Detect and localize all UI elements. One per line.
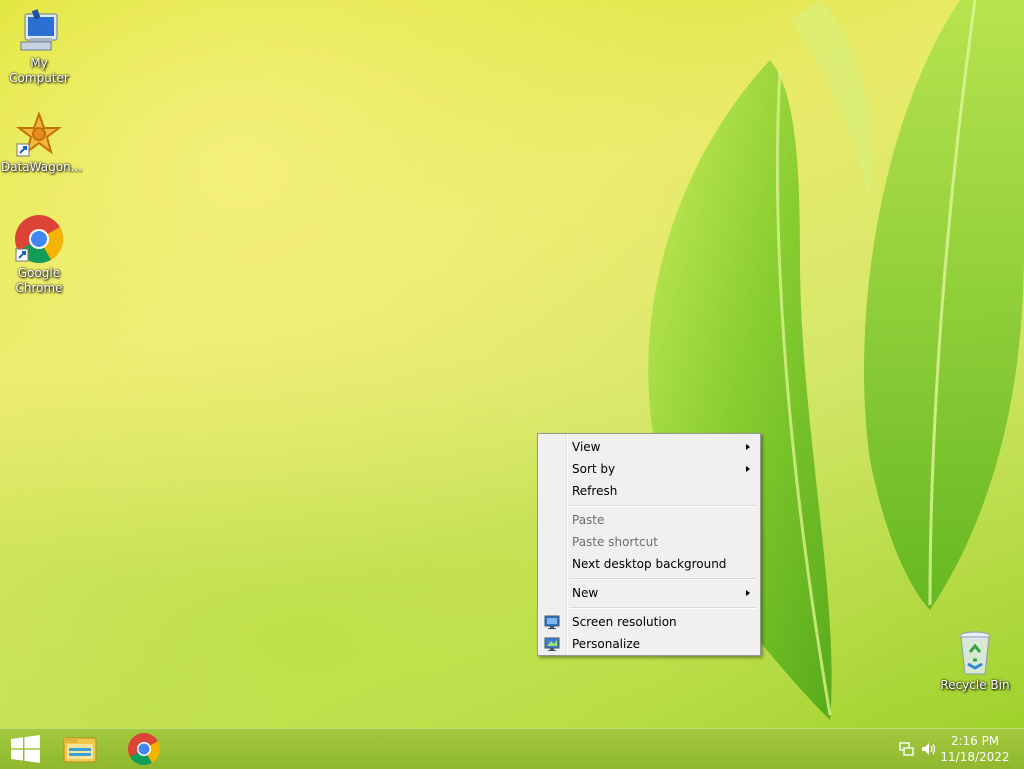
menu-item-new[interactable]: New <box>540 582 758 604</box>
menu-item-personalize[interactable]: Personalize <box>540 633 758 655</box>
wallpaper-leaves <box>648 0 1024 720</box>
datawagon-icon <box>16 112 62 157</box>
menu-item-label: Sort by <box>572 462 616 476</box>
clock-time: 2:16 PM <box>950 734 1000 748</box>
menu-item-paste-shortcut: Paste shortcut <box>540 531 758 553</box>
menu-item-screen-resolution[interactable]: Screen resolution <box>540 611 758 633</box>
recycle-bin-icon <box>959 631 991 675</box>
menu-item-label: Paste shortcut <box>572 535 658 549</box>
menu-item-label: Refresh <box>572 484 618 498</box>
taskbar-chrome-button[interactable] <box>118 729 170 769</box>
desktop-icon-label: Google Chrome <box>15 266 63 295</box>
start-button[interactable] <box>0 729 52 769</box>
chrome-icon <box>15 215 64 264</box>
chrome-icon <box>128 733 161 766</box>
menu-item-label: View <box>572 440 601 454</box>
menu-item-label: Screen resolution <box>572 615 677 629</box>
taskbar-clock[interactable]: 2:16 PM 11/18/2022 <box>940 733 1010 765</box>
desktop-context-menu: View Sort by Refresh Paste Paste shortcu… <box>537 433 761 656</box>
menu-item-next-desktop-background[interactable]: Next desktop background <box>540 553 758 575</box>
menu-item-sort-by[interactable]: Sort by <box>540 458 758 480</box>
personalize-icon <box>544 637 560 651</box>
desktop-icon-label: DataWagon... <box>1 160 83 174</box>
menu-item-label: Paste <box>572 513 605 527</box>
clock-date: 11/18/2022 <box>940 750 1010 764</box>
menu-separator <box>570 578 756 580</box>
submenu-arrow-icon <box>746 466 750 472</box>
my-computer-icon <box>20 9 58 51</box>
menu-item-refresh[interactable]: Refresh <box>540 480 758 502</box>
menu-item-label: New <box>572 586 599 600</box>
submenu-arrow-icon <box>746 444 750 450</box>
desktop-icon-label: My Computer <box>9 56 69 85</box>
desktop-icon-my-computer[interactable]: My Computer <box>0 8 78 86</box>
desktop[interactable]: My Computer DataWagon... Google Chrome R… <box>0 0 1024 728</box>
taskbar-file-explorer-button[interactable] <box>54 729 106 769</box>
network-icon[interactable] <box>898 740 916 758</box>
file-explorer-icon <box>63 737 97 763</box>
menu-item-label: Personalize <box>572 637 641 651</box>
menu-separator <box>570 505 756 507</box>
menu-item-label: Next desktop background <box>572 557 727 571</box>
desktop-icon-recycle-bin[interactable]: Recycle Bin <box>936 630 1014 693</box>
system-tray <box>896 729 940 769</box>
menu-item-view[interactable]: View <box>540 436 758 458</box>
screen-resolution-icon <box>544 615 560 629</box>
menu-item-paste: Paste <box>540 509 758 531</box>
volume-icon[interactable] <box>920 740 938 758</box>
desktop-icon-google-chrome[interactable]: Google Chrome <box>0 214 78 296</box>
submenu-arrow-icon <box>746 590 750 596</box>
desktop-icon-datawagon[interactable]: DataWagon... <box>0 112 83 175</box>
windows-logo-icon <box>11 735 40 763</box>
menu-separator <box>570 607 756 609</box>
taskbar: 2:16 PM 11/18/2022 <box>0 728 1024 769</box>
desktop-icon-label: Recycle Bin <box>940 678 1010 692</box>
